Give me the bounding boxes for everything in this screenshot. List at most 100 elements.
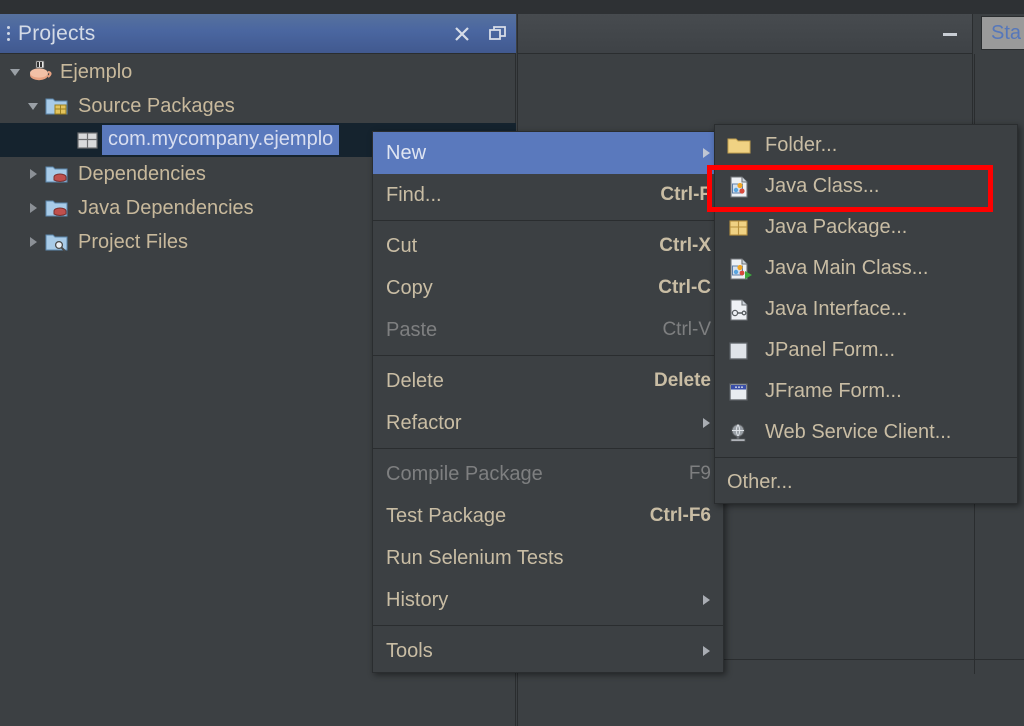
submenu-arrow-icon [697,594,711,606]
twisty-expanded-icon[interactable] [4,64,26,80]
java-dependencies-folder-icon [44,197,72,219]
menu-item-label: Refactor [386,411,462,434]
submenu-item-other[interactable]: Other... [715,462,1017,503]
menu-item-accelerator: Delete [653,370,711,391]
menu-item-label: Delete [386,369,444,392]
menu-item-label: Run Selenium Tests [386,546,564,569]
new-submenu[interactable]: Folder... Java Class... Java Package... … [714,124,1018,504]
java-coffee-cup-icon [26,60,54,84]
editor-tab-label: Sta [991,21,1022,44]
folder-icon [727,136,757,156]
web-service-client-icon [727,422,757,444]
submenu-item-java-package[interactable]: Java Package... [715,207,1017,248]
submenu-item-java-interface[interactable]: Java Interface... [715,289,1017,330]
twisty-collapsed-icon[interactable] [22,234,44,250]
source-packages-folder-icon [44,95,72,117]
netbeans-ide-window: Sta Projects Ejemplo Source Packages com… [0,0,1024,726]
java-class-icon [727,175,757,198]
twisty-expanded-icon[interactable] [22,98,44,114]
submenu-item-label: Java Main Class... [765,257,929,279]
java-main-class-icon [727,257,757,280]
editor-tab-start-page[interactable]: Sta [981,16,1024,50]
java-interface-icon [727,298,757,321]
menu-item-cut[interactable]: Cut Ctrl-X [373,225,723,267]
menu-item-new[interactable]: New [373,132,723,174]
menu-item-label: New [386,141,427,164]
submenu-item-label: Other... [727,471,793,493]
menu-item-paste: Paste Ctrl-V [373,309,723,351]
tree-row[interactable]: Source Packages [0,89,516,123]
menu-item-tools[interactable]: Tools [373,630,723,672]
menu-item-find[interactable]: Find... Ctrl-F [373,174,723,216]
menu-item-accelerator: Ctrl-V [662,319,711,340]
menu-item-label: Find... [386,183,442,206]
menu-item-label: Compile Package [386,462,543,485]
close-button[interactable] [444,14,480,54]
float-window-icon [489,25,506,40]
menu-item-accelerator: Ctrl-F [660,184,711,205]
tree-item-label: Dependencies [78,162,206,185]
submenu-item-folder[interactable]: Folder... [715,125,1017,166]
menu-item-label: Cut [386,234,418,257]
minimize-button[interactable] [928,14,972,54]
menu-item-accelerator: Ctrl-C [658,277,711,298]
menu-item-label: Test Package [386,504,507,527]
minimize-icon [943,32,957,36]
menu-separator [373,448,723,449]
tree-item-label: Project Files [78,230,189,253]
submenu-item-java-class[interactable]: Java Class... [715,166,1017,207]
submenu-item-label: JFrame Form... [765,380,902,402]
submenu-item-web-service-client[interactable]: Web Service Client... [715,412,1017,453]
menu-item-delete[interactable]: Delete Delete [373,360,723,402]
menu-item-accelerator: F9 [688,463,711,484]
menu-item-copy[interactable]: Copy Ctrl-C [373,267,723,309]
menu-separator [373,355,723,356]
submenu-arrow-icon [697,645,711,657]
menu-item-label: Tools [386,639,433,662]
submenu-item-jframe-form[interactable]: JFrame Form... [715,371,1017,412]
tree-item-label: com.mycompany.ejemplo [102,125,340,155]
projects-titlebar[interactable]: Projects [0,14,516,54]
menu-separator [373,220,723,221]
menu-item-compile-package: Compile Package F9 [373,453,723,495]
tree-item-label: Source Packages [78,94,235,117]
submenu-item-jpanel-form[interactable]: JPanel Form... [715,330,1017,371]
menu-item-test-package[interactable]: Test Package Ctrl-F6 [373,495,723,537]
menu-item-label: Paste [386,318,438,341]
menu-item-accelerator: Ctrl-F6 [649,505,711,526]
submenu-item-label: Java Class... [765,175,880,197]
tree-row[interactable]: Ejemplo [0,55,516,89]
submenu-item-label: Java Package... [765,216,908,238]
menu-item-run-selenium-tests[interactable]: Run Selenium Tests [373,537,723,579]
java-package-icon [74,129,102,151]
projects-title: Projects [18,21,96,45]
menu-item-accelerator: Ctrl-X [659,235,711,256]
editor-toolbar [517,14,973,54]
tree-item-label: Java Dependencies [78,196,254,219]
menu-item-label: History [386,588,449,611]
project-files-folder-icon [44,231,72,253]
window-top-strip [0,0,1024,14]
menu-separator [373,625,723,626]
close-icon [455,26,469,41]
menu-item-label: Copy [386,276,433,299]
submenu-item-label: JPanel Form... [765,339,896,361]
jframe-form-icon [727,381,757,403]
submenu-item-label: Folder... [765,134,838,156]
dependencies-folder-icon [44,163,72,185]
context-menu[interactable]: New Find... Ctrl-F Cut Ctrl-X Copy Ctrl-… [372,131,724,673]
drag-handle-icon[interactable] [2,14,14,54]
tree-item-label: Ejemplo [60,60,133,83]
submenu-item-label: Web Service Client... [765,421,952,443]
twisty-collapsed-icon[interactable] [22,200,44,216]
java-package-icon [727,218,757,238]
submenu-arrow-icon [697,417,711,429]
jpanel-form-icon [727,340,757,362]
float-button[interactable] [480,14,516,54]
menu-item-history[interactable]: History [373,579,723,621]
submenu-item-java-main-class[interactable]: Java Main Class... [715,248,1017,289]
menu-item-refactor[interactable]: Refactor [373,402,723,444]
submenu-separator [715,457,1017,458]
submenu-arrow-icon [697,147,711,159]
twisty-collapsed-icon[interactable] [22,166,44,182]
